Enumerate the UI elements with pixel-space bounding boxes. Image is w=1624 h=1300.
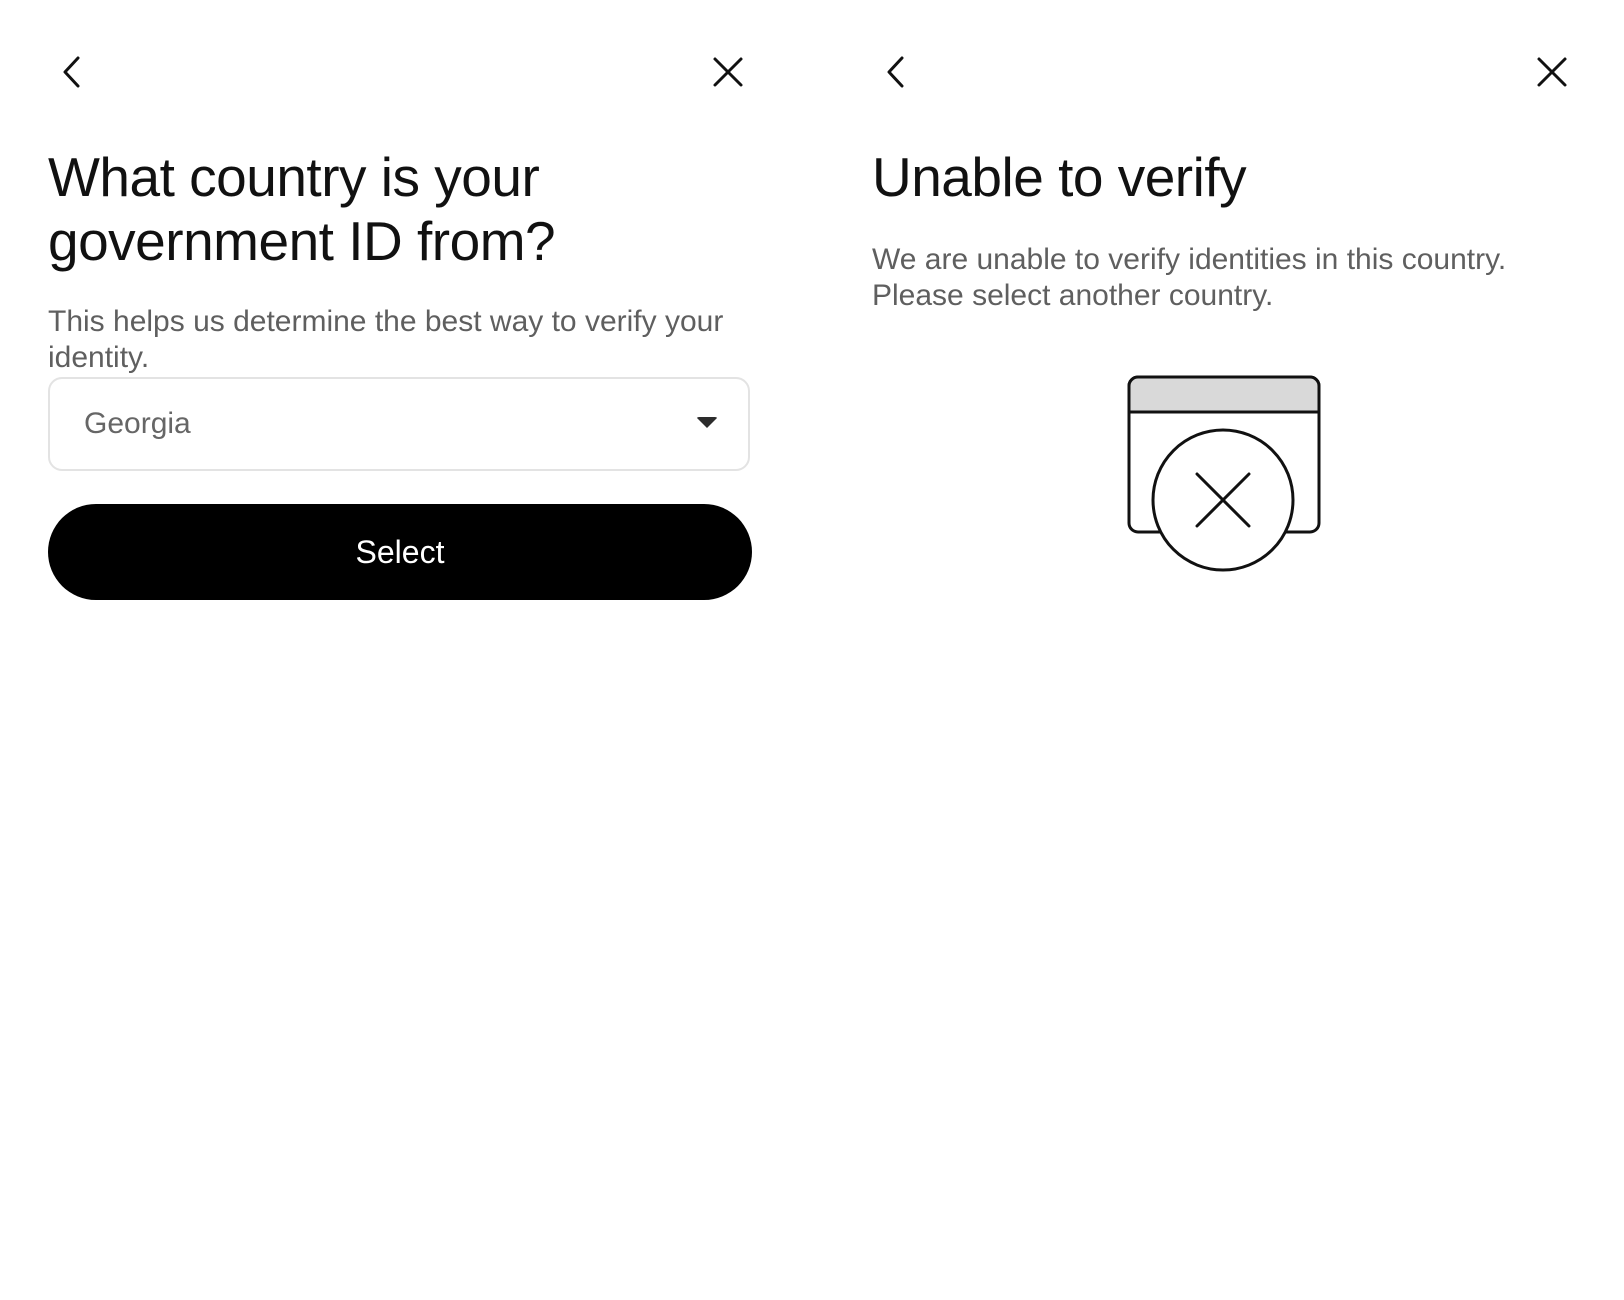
close-button[interactable]: [1532, 52, 1572, 92]
close-button[interactable]: [708, 52, 748, 92]
screen-comparison: What country is your government ID from?…: [0, 0, 1624, 1300]
back-button[interactable]: [52, 52, 92, 92]
caret-down-icon: [696, 417, 718, 428]
close-icon: [1537, 57, 1567, 87]
page-title: Unable to verify: [872, 146, 1247, 208]
chevron-left-icon: [887, 56, 904, 88]
unable-to-verify-screen: Unable to verify We are unable to verify…: [824, 0, 1624, 1300]
id-document-error-icon: [1127, 375, 1321, 572]
country-select-screen: What country is your government ID from?…: [0, 0, 800, 1300]
page-subtitle: We are unable to verify identities in th…: [872, 243, 1507, 312]
page-subtitle: This helps us determine the best way to …: [48, 305, 724, 374]
close-icon: [713, 57, 743, 87]
back-button[interactable]: [876, 52, 916, 92]
country-dropdown[interactable]: Georgia: [48, 377, 750, 471]
chevron-left-icon: [63, 56, 80, 88]
panel-divider: [800, 0, 824, 1300]
page-title: What country is your government ID from?: [48, 146, 556, 272]
select-button[interactable]: Select: [48, 504, 752, 600]
country-dropdown-value: Georgia: [84, 407, 191, 440]
